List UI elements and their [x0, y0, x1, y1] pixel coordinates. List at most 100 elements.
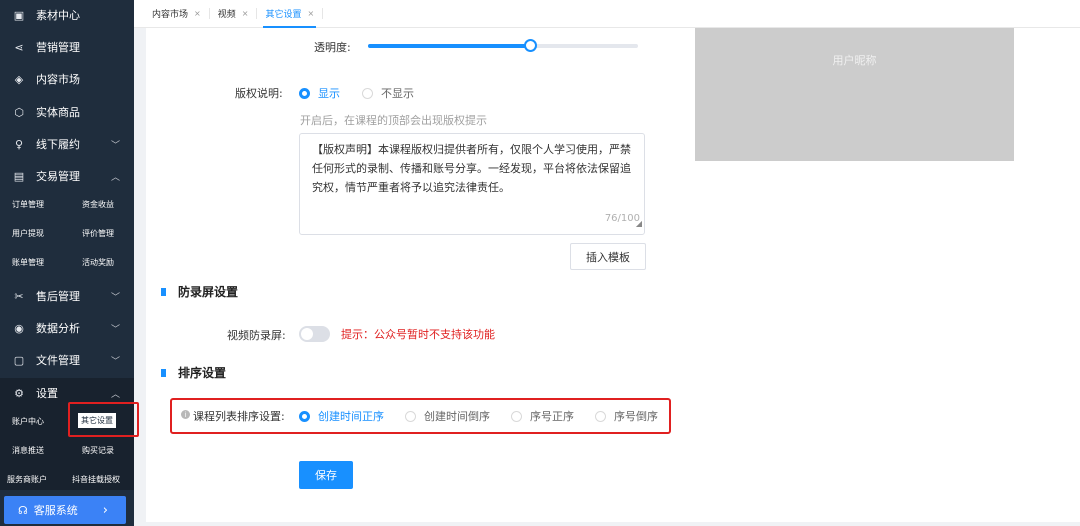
- char-counter: 76/100: [604, 213, 640, 224]
- radio-dot: [299, 410, 310, 422]
- folder-icon: ▣: [13, 8, 25, 22]
- watermark-preview: 用户昵称: [695, 28, 1014, 161]
- sidebar-item-material[interactable]: ▣ 素材中心: [0, 1, 134, 29]
- sidebar-item-label: 数据分析: [36, 322, 80, 335]
- sidebar-sub-bills[interactable]: 账单管理: [12, 257, 44, 268]
- sidebar: ▣ 素材中心 ⋖ 营销管理 ◈ 内容市场 ⬡ 实体商品 ♀ 线下履约 ﹀ ▤ 交…: [0, 0, 139, 526]
- sidebar-sub-withdraw[interactable]: 用户提现: [12, 228, 44, 239]
- tab-label: 视频: [217, 10, 236, 20]
- opacity-slider[interactable]: [368, 39, 638, 52]
- sidebar-item-label: 实体商品: [36, 106, 80, 119]
- section-title-text: 防录屏设置: [178, 285, 239, 299]
- section-title-text: 排序设置: [178, 366, 227, 380]
- copyright-hide-radio[interactable]: 不显示: [362, 85, 414, 101]
- chevron-up-icon: ︿: [110, 389, 120, 400]
- tab-other-settings[interactable]: 其它设置 ×: [257, 0, 322, 28]
- sidebar-sub-orders[interactable]: 订单管理: [12, 199, 44, 210]
- radio-label: 序号倒序: [614, 410, 658, 423]
- chevron-down-icon: ﹀: [110, 324, 120, 335]
- support-label: 客服系统: [33, 504, 78, 517]
- sidebar-item-label: 营销管理: [36, 41, 80, 54]
- close-icon[interactable]: ×: [242, 9, 249, 18]
- opacity-label: 透明度:: [314, 41, 351, 54]
- sidebar-item-content-market[interactable]: ◈ 内容市场: [0, 65, 134, 93]
- radio-label: 创建时间正序: [318, 410, 384, 423]
- sidebar-item-files[interactable]: ▢ 文件管理 ﹀: [0, 346, 134, 374]
- sidebar-item-label: 文件管理: [36, 354, 80, 367]
- copyright-show-radio[interactable]: 显示: [299, 85, 340, 101]
- sidebar-sub-rewards[interactable]: 活动奖励: [82, 257, 114, 268]
- chevron-right-icon: ›: [102, 502, 108, 518]
- sidebar-sub-douyin[interactable]: 抖音挂载授权: [72, 474, 120, 485]
- sidebar-item-label: 线下履约: [36, 138, 80, 151]
- section-marker: [161, 368, 166, 377]
- sidebar-sub-income[interactable]: 资金收益: [82, 199, 114, 210]
- file-icon: ▢: [13, 353, 25, 367]
- chart-icon: ◉: [14, 321, 24, 335]
- toggle-knob: [301, 328, 313, 340]
- user-icon: ♀: [14, 137, 24, 151]
- sidebar-sub-provider[interactable]: 服务商账户: [7, 474, 47, 485]
- sidebar-sub-purchases[interactable]: 购买记录: [82, 445, 114, 456]
- radio-label: 显示: [318, 87, 340, 100]
- anti-record-warning: 提示：公众号暂时不支持该功能: [341, 328, 495, 341]
- radio-dot: [511, 410, 522, 422]
- sort-label: 课程列表排序设置:: [193, 410, 285, 423]
- sidebar-item-marketing[interactable]: ⋖ 营销管理: [0, 33, 134, 61]
- sidebar-item-label: 售后管理: [36, 290, 80, 303]
- highlight-box: [68, 402, 139, 437]
- radio-dot: [595, 410, 606, 422]
- anti-record-section-title: 防录屏设置: [161, 283, 238, 300]
- sort-create-asc-radio[interactable]: 创建时间正序: [299, 408, 384, 424]
- info-icon: i: [181, 410, 190, 419]
- video-anti-record-toggle[interactable]: [299, 326, 330, 342]
- sidebar-item-label: 设置: [36, 387, 58, 400]
- sidebar-item-offline[interactable]: ♀ 线下履约 ﹀: [0, 130, 134, 158]
- tab-bar: 内容市场 × 视频 × 其它设置 ×: [134, 0, 1080, 28]
- chevron-up-icon: ︿: [110, 172, 120, 183]
- preview-nickname: 用户昵称: [832, 54, 877, 67]
- close-icon[interactable]: ×: [194, 9, 201, 18]
- copyright-hint: 开启后，在课程的顶部会出现版权提示: [300, 114, 487, 127]
- sort-index-desc-radio[interactable]: 序号倒序: [595, 408, 658, 424]
- sidebar-item-after-sales[interactable]: ✂ 售后管理 ﹀: [0, 282, 134, 310]
- tab-content-market[interactable]: 内容市场 ×: [144, 0, 209, 27]
- save-button[interactable]: 保存: [299, 461, 353, 489]
- tab-label: 内容市场: [152, 10, 189, 20]
- sort-create-desc-radio[interactable]: 创建时间倒序: [405, 408, 490, 424]
- box-icon: ⬡: [14, 105, 24, 119]
- gear-icon: ⚙: [14, 386, 24, 400]
- layers-icon: ◈: [14, 72, 24, 86]
- insert-template-button[interactable]: 插入模板: [570, 243, 646, 270]
- radio-label: 不显示: [381, 87, 414, 100]
- tab-label: 其它设置: [265, 10, 302, 20]
- video-anti-record-label: 视频防录屏:: [227, 329, 286, 342]
- radio-label: 创建时间倒序: [424, 410, 490, 423]
- sidebar-item-physical-goods[interactable]: ⬡ 实体商品: [0, 98, 134, 126]
- tab-video[interactable]: 视频 ×: [210, 0, 257, 27]
- copyright-textarea[interactable]: 【版权声明】本课程版权归提供者所有，仅限个人学习使用，严禁任何形式的录制、传播和…: [299, 133, 645, 235]
- sidebar-sub-reviews[interactable]: 评价管理: [82, 228, 114, 239]
- sidebar-sub-messages[interactable]: 消息推送: [12, 445, 44, 456]
- sidebar-sub-account[interactable]: 账户中心: [12, 416, 44, 427]
- radio-dot: [299, 87, 310, 99]
- sidebar-item-trade[interactable]: ▤ 交易管理 ︿: [0, 162, 134, 190]
- headset-icon: ☊: [18, 503, 28, 517]
- resize-handle-icon[interactable]: ◢: [636, 214, 642, 233]
- tools-icon: ✂: [14, 289, 24, 303]
- sidebar-item-label: 素材中心: [36, 9, 80, 22]
- sidebar-item-label: 内容市场: [36, 73, 80, 86]
- chevron-down-icon: ﹀: [110, 140, 120, 151]
- ledger-icon: ▤: [13, 169, 25, 183]
- sort-section-title: 排序设置: [161, 364, 226, 381]
- share-icon: ⋖: [14, 40, 24, 54]
- copyright-text: 【版权声明】本课程版权归提供者所有，仅限个人学习使用，严禁任何形式的录制、传播和…: [312, 143, 631, 194]
- chevron-down-icon: ﹀: [110, 356, 120, 367]
- sort-index-asc-radio[interactable]: 序号正序: [511, 408, 574, 424]
- radio-dot: [405, 410, 416, 422]
- close-icon[interactable]: ×: [307, 9, 314, 18]
- copyright-label: 版权说明:: [235, 87, 283, 100]
- support-button[interactable]: ☊ 客服系统 ›: [4, 496, 126, 524]
- opacity-slider-handle[interactable]: [524, 39, 537, 52]
- sidebar-item-analytics[interactable]: ◉ 数据分析 ﹀: [0, 314, 134, 342]
